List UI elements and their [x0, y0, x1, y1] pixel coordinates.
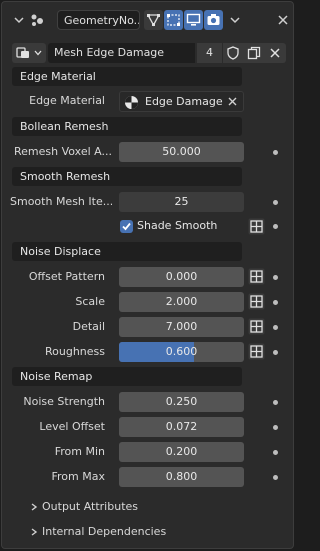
attribute-toggle-icon[interactable] — [248, 343, 265, 360]
section-edge-material: Edge Material — [12, 67, 242, 86]
roughness-label: Roughness — [44, 345, 105, 358]
attribute-toggle-icon[interactable] — [248, 218, 265, 235]
detail-label: Detail — [72, 320, 105, 333]
modifier-header: GeometryNo... — [2, 2, 293, 38]
noise-strength-value: 0.250 — [165, 395, 198, 408]
show-render-toggle[interactable] — [204, 10, 223, 30]
from-max-value: 0.800 — [165, 470, 198, 483]
shade-smooth-checkbox[interactable] — [120, 220, 133, 233]
show-viewport-toggle[interactable] — [184, 10, 203, 30]
keyframe-dot[interactable] — [273, 400, 278, 405]
section-boolean-remesh: Bollean Remesh — [12, 117, 242, 136]
offset-pattern-value: 0.000 — [165, 270, 198, 283]
node-group-browse-button[interactable] — [12, 43, 46, 63]
roughness-slider[interactable]: 0.600 — [119, 342, 244, 362]
close-icon — [270, 48, 280, 58]
clear-material-icon[interactable] — [227, 96, 238, 107]
detail-value: 7.000 — [165, 320, 198, 333]
modifier-panel: GeometryNo... Mesh Edge Damage 4 Edge Ma… — [1, 1, 294, 549]
from-max-field[interactable]: 0.800 — [119, 467, 244, 487]
keyframe-dot[interactable] — [273, 150, 278, 155]
keyframe-dot[interactable] — [273, 224, 278, 229]
camera-icon — [207, 14, 220, 25]
edit-mode-icon — [146, 14, 161, 27]
level-offset-value: 0.072 — [165, 420, 198, 433]
remesh-voxel-field[interactable]: 50.000 — [119, 142, 244, 162]
edge-material-value: Edge Damage — [145, 95, 223, 108]
detail-field[interactable]: 7.000 — [119, 317, 244, 337]
attribute-toggle-icon[interactable] — [248, 318, 265, 335]
keyframe-dot[interactable] — [273, 200, 278, 205]
remesh-voxel-value: 50.000 — [162, 145, 201, 158]
level-offset-field[interactable]: 0.072 — [119, 417, 244, 437]
edge-material-field[interactable]: Edge Damage — [119, 91, 244, 112]
duplicate-icon — [247, 46, 261, 60]
shield-icon — [227, 46, 239, 60]
shade-smooth-label[interactable]: Shade Smooth — [137, 219, 217, 232]
checkmark-icon — [122, 222, 131, 231]
monitor-icon — [186, 13, 201, 26]
section-smooth-remesh: Smooth Remesh — [12, 167, 242, 186]
noise-strength-label: Noise Strength — [23, 395, 105, 408]
remesh-voxel-label: Remesh Voxel A... — [14, 145, 112, 158]
offset-pattern-field[interactable]: 0.000 — [119, 267, 244, 287]
keyframe-dot[interactable] — [273, 475, 278, 480]
geometry-nodes-icon — [31, 14, 43, 26]
from-min-field[interactable]: 0.200 — [119, 442, 244, 462]
on-cage-toggle[interactable] — [164, 10, 183, 30]
on-cage-icon — [167, 14, 180, 26]
modifier-name-field[interactable]: GeometryNo... — [57, 10, 140, 30]
edge-material-label: Edge Material — [29, 94, 105, 107]
keyframe-dot[interactable] — [273, 350, 278, 355]
chevron-right-icon — [31, 503, 38, 511]
remove-modifier-icon[interactable] — [276, 13, 290, 27]
dropdown-chevron-icon[interactable] — [228, 13, 242, 27]
chevron-down-icon — [34, 50, 42, 56]
node-group-name-field[interactable]: Mesh Edge Damage — [48, 43, 195, 63]
collapse-chevron-icon[interactable] — [12, 13, 26, 27]
user-count[interactable]: 4 — [197, 43, 222, 63]
keyframe-dot[interactable] — [273, 275, 278, 280]
attribute-toggle-icon[interactable] — [248, 293, 265, 310]
from-max-label: From Max — [51, 470, 106, 483]
roughness-value: 0.600 — [165, 345, 198, 358]
attribute-toggle-icon[interactable] — [248, 268, 265, 285]
material-icon — [125, 96, 138, 109]
section-noise-displace: Noise Displace — [12, 242, 242, 261]
output-attributes-label: Output Attributes — [42, 500, 139, 513]
fake-user-button[interactable] — [223, 43, 244, 63]
from-min-value: 0.200 — [165, 445, 198, 458]
internal-dependencies-label: Internal Dependencies — [42, 525, 167, 538]
level-offset-label: Level Offset — [39, 420, 105, 433]
keyframe-dot[interactable] — [273, 425, 278, 430]
section-noise-remap: Noise Remap — [12, 367, 242, 386]
node-tree-icon — [16, 47, 29, 58]
scale-field[interactable]: 2.000 — [119, 292, 244, 312]
keyframe-dot[interactable] — [273, 450, 278, 455]
from-min-label: From Min — [54, 445, 105, 458]
chevron-right-icon — [31, 528, 38, 536]
smooth-mesh-iter-field[interactable]: 25 — [119, 192, 244, 212]
keyframe-dot[interactable] — [273, 325, 278, 330]
smooth-mesh-iter-label: Smooth Mesh Ite... — [10, 195, 112, 208]
noise-strength-field[interactable]: 0.250 — [119, 392, 244, 412]
offset-pattern-label: Offset Pattern — [28, 270, 105, 283]
edit-mode-toggle[interactable] — [144, 10, 163, 30]
keyframe-dot[interactable] — [273, 300, 278, 305]
smooth-mesh-iter-value: 25 — [174, 195, 189, 208]
duplicate-button[interactable] — [244, 43, 265, 63]
scale-value: 2.000 — [165, 295, 198, 308]
scale-label: Scale — [75, 295, 105, 308]
unlink-button[interactable] — [265, 43, 286, 63]
